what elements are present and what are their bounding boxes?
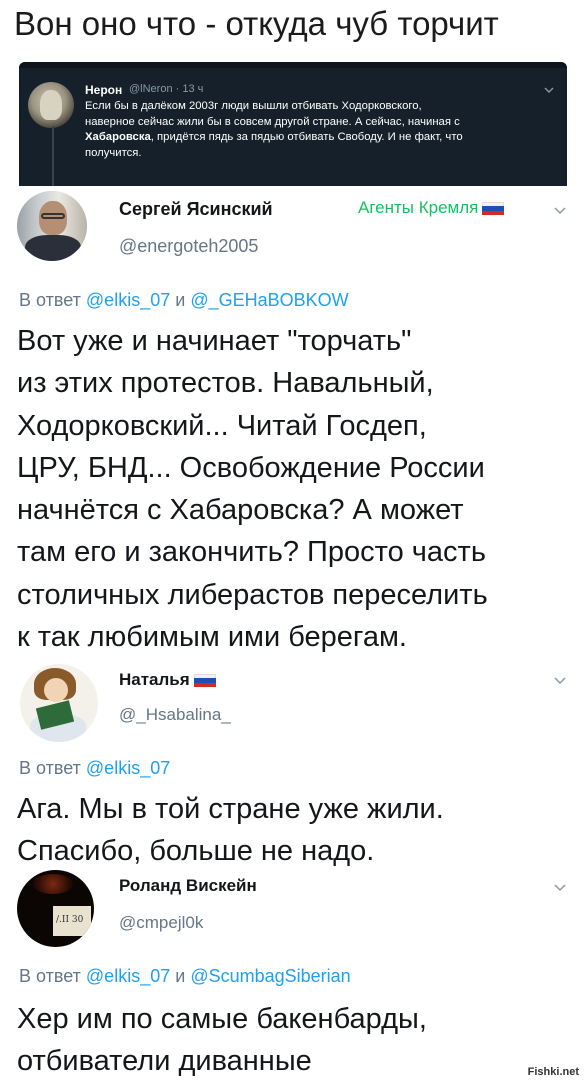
chevron-down-icon[interactable] bbox=[543, 84, 555, 96]
embedded-bold-suffix: , придётся bbox=[150, 131, 206, 143]
reply-link[interactable]: @elkis_07 bbox=[86, 966, 170, 986]
tweet-2-author[interactable]: Наталья bbox=[119, 670, 216, 690]
embedded-tweet-top-bar bbox=[19, 62, 567, 68]
tweet-line: Ага. Мы в той стране уже жили. bbox=[17, 793, 444, 825]
tweet-1-text: Вот уже и начинает "торчать" из этих про… bbox=[17, 320, 488, 658]
embedded-tweet-meta: @lNeron · 13 ч bbox=[129, 83, 204, 95]
tweet-3-reply-to: В ответ @elkis_07 и @ScumbagSiberian bbox=[19, 966, 351, 987]
russia-flag-icon bbox=[482, 202, 505, 215]
tweet-line: Спасибо, больше не надо. bbox=[17, 835, 375, 867]
chevron-down-icon[interactable] bbox=[553, 880, 567, 894]
reply-prefix: В ответ bbox=[19, 758, 81, 778]
embedded-tweet[interactable]: Нерон @lNeron · 13 ч Если бы в далёком 2… bbox=[19, 62, 567, 186]
watermark: Fishki.net bbox=[525, 1066, 581, 1078]
avatar-face bbox=[44, 678, 68, 702]
embedded-line-3-rest: пядь за пядью отбивать Свободу. И не фак… bbox=[208, 131, 463, 143]
embedded-line-3: Хабаровска, придётся пядь за пядью отбив… bbox=[85, 130, 555, 146]
tweet-3-handle[interactable]: @cmpejl0k bbox=[119, 913, 203, 933]
reply-prefix: В ответ bbox=[19, 290, 81, 310]
reply-link[interactable]: @elkis_07 bbox=[86, 290, 170, 310]
tweet-line: начнётся с Хабаровска? А может bbox=[17, 494, 464, 527]
avatar-glow bbox=[33, 874, 73, 894]
reply-and: и bbox=[175, 290, 186, 310]
tweet-line: отбиватели диванные bbox=[17, 1045, 312, 1077]
tweet-line: ЦРУ, БНД... Освобождение России bbox=[17, 451, 485, 484]
avatar-label-text: /.II 30 bbox=[56, 915, 84, 925]
reply-link[interactable]: @elkis_07 bbox=[86, 758, 170, 778]
agents-badge: Агенты Кремля bbox=[358, 198, 505, 218]
embedded-line-1: Если бы в далёком 2003г люди вышли отбив… bbox=[85, 100, 422, 112]
tweet-line: к так любимым ими берегам. bbox=[17, 621, 407, 654]
tweet-1-author[interactable]: Сергей Ясинский bbox=[119, 199, 273, 220]
agents-badge-label: Агенты Кремля bbox=[358, 198, 479, 217]
reply-link[interactable]: @_GEHaBOBKOW bbox=[190, 290, 348, 310]
reply-prefix: В ответ bbox=[19, 966, 81, 986]
russia-flag-icon bbox=[193, 674, 216, 687]
tweet-2-reply-to: В ответ @elkis_07 bbox=[19, 758, 170, 779]
tweet-2-handle[interactable]: @_Hsabalina_ bbox=[119, 705, 231, 725]
tweet-line: Вот уже и начинает "торчать" bbox=[17, 325, 412, 357]
avatar-roland[interactable]: /.II 30 bbox=[17, 870, 94, 947]
tweet-3-text: Хер им по самые бакенбарды, отбиватели д… bbox=[17, 998, 427, 1080]
avatar-glasses bbox=[41, 213, 65, 219]
tweet-line: столичных либерастов переселить bbox=[17, 578, 488, 611]
embedded-line-4: получится. bbox=[85, 146, 142, 159]
chevron-down-icon[interactable] bbox=[553, 673, 567, 687]
embedded-bold-word: Хабаровска bbox=[85, 131, 151, 143]
tweet-1-reply-to: В ответ @elkis_07 и @_GEHaBOBKOW bbox=[19, 290, 349, 311]
statue-bust bbox=[40, 90, 62, 120]
page-caption: Вон оно что - откуда чуб торчит bbox=[14, 5, 499, 42]
reply-and: и bbox=[175, 966, 186, 986]
tweet-1-handle[interactable]: @energoteh2005 bbox=[119, 236, 258, 257]
embedded-line-2: наверное сейчас жили бы в совсем другой … bbox=[85, 115, 460, 128]
thread-line bbox=[52, 126, 54, 186]
tweet-2-text: Ага. Мы в той стране уже жили. Спасибо, … bbox=[17, 788, 444, 872]
tweet-line: Ходорковский... Читай Госдеп, bbox=[17, 409, 427, 442]
tweet-line: там его и закончить? Просто часть bbox=[17, 536, 486, 569]
avatar-shirt bbox=[25, 235, 81, 261]
embedded-tweet-body: Если бы в далёком 2003г люди вышли отбив… bbox=[85, 99, 555, 161]
tweet-line: из этих протестов. Навальный, bbox=[17, 367, 434, 400]
avatar-natalia[interactable] bbox=[20, 664, 98, 742]
embedded-tweet-author[interactable]: Нерон bbox=[85, 83, 122, 97]
avatar-sergey[interactable] bbox=[17, 191, 87, 261]
tweet-3-author[interactable]: Роланд Вискейн bbox=[119, 876, 257, 896]
reply-link[interactable]: @ScumbagSiberian bbox=[190, 966, 350, 986]
tweet-line: Хер им по самые бакенбарды, bbox=[17, 1003, 427, 1035]
embedded-tweet-avatar[interactable] bbox=[28, 82, 74, 128]
tweet-2-author-name: Наталья bbox=[119, 670, 190, 689]
avatar-bottle-label: /.II 30 bbox=[53, 906, 91, 936]
chevron-down-icon[interactable] bbox=[553, 203, 567, 217]
